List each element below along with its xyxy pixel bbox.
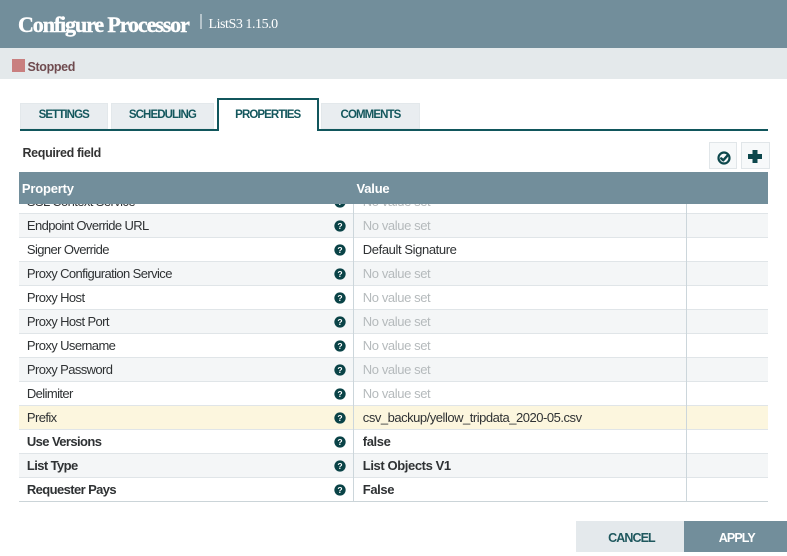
- svg-text:?: ?: [337, 293, 342, 303]
- svg-text:?: ?: [337, 485, 342, 495]
- svg-text:?: ?: [337, 389, 342, 399]
- svg-text:?: ?: [337, 317, 342, 327]
- svg-text:?: ?: [337, 437, 342, 447]
- svg-text:?: ?: [337, 413, 342, 423]
- svg-text:?: ?: [337, 461, 342, 471]
- svg-text:?: ?: [337, 269, 342, 279]
- svg-text:?: ?: [337, 221, 342, 231]
- svg-text:?: ?: [337, 245, 342, 255]
- svg-text:?: ?: [337, 365, 342, 375]
- svg-text:?: ?: [337, 341, 342, 351]
- svg-text:?: ?: [337, 204, 342, 206]
